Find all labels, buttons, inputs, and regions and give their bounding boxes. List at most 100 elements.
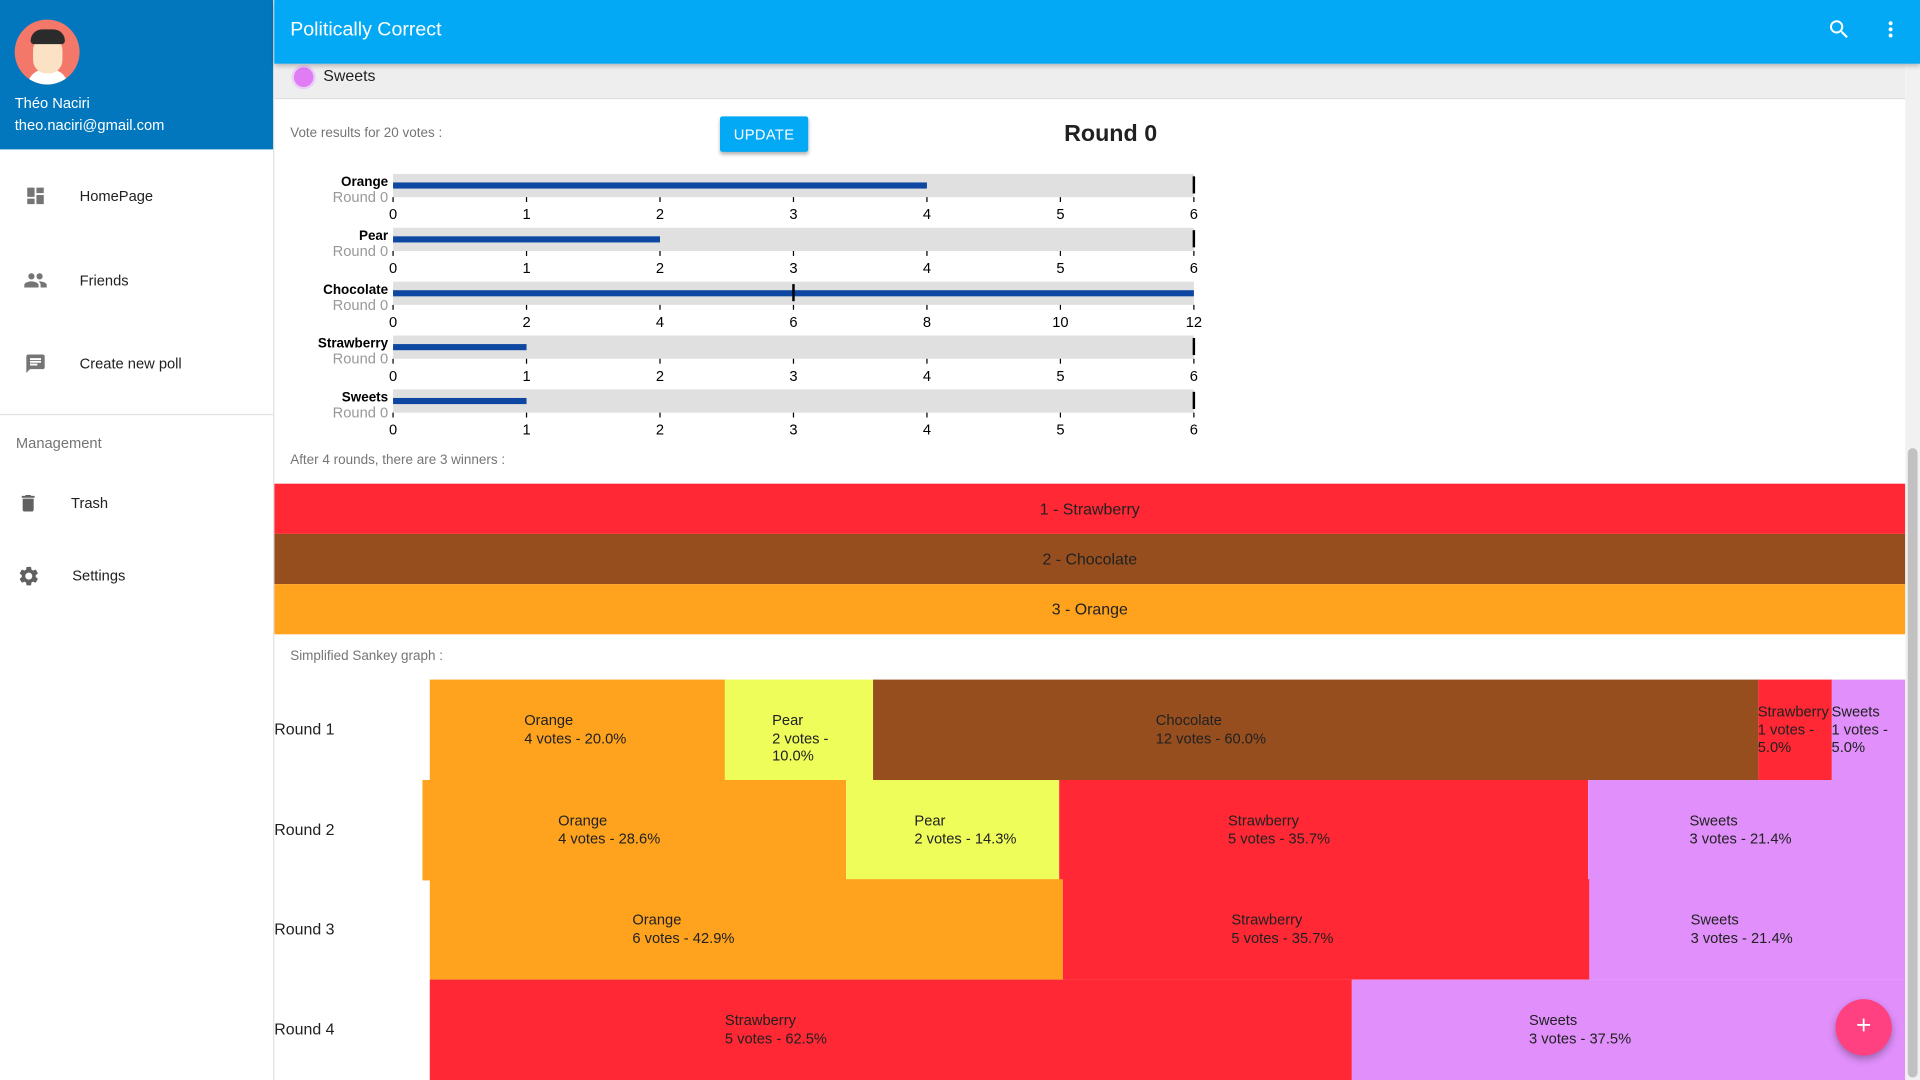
gear-icon [16, 563, 40, 587]
sankey-block-votes: 2 votes - 10.0% [772, 729, 829, 765]
sidebar-item-settings[interactable]: Settings [0, 551, 273, 600]
sankey-block-votes: 3 votes - 37.5% [1529, 1029, 1632, 1047]
tick-label: 2 [656, 261, 664, 277]
sankey-block-votes: 1 votes - 5.0% [1757, 720, 1815, 756]
bar-label: Pear [359, 228, 389, 243]
bar-sublabel: Round 0 [333, 298, 389, 314]
bar-label: Chocolate [323, 282, 389, 297]
winner-row: 3 - Orange [274, 584, 1906, 635]
sidebar-item-label: HomePage [79, 187, 154, 205]
sankey-block-name: Strawberry [1227, 811, 1300, 829]
tick-label: 3 [789, 207, 797, 223]
sankey-block-votes: 1 votes - 5.0% [1831, 720, 1888, 756]
sidebar-item-trash[interactable]: Trash [0, 479, 273, 528]
tick-label: 10 [1052, 315, 1068, 331]
round-label: Round 1 [274, 720, 335, 739]
tick-label: 3 [789, 369, 797, 385]
tick-label: 2 [522, 315, 530, 331]
tick-label: 5 [1056, 207, 1064, 223]
main-content: Sweets Vote results for 20 votes : UPDAT… [274, 63, 1906, 1080]
sidebar-item-homepage[interactable]: HomePage [0, 171, 273, 220]
sankey-block-text: Orange 4 votes - 20.0% [524, 711, 626, 747]
winner-label: 3 - Orange [1051, 600, 1128, 619]
sankey-block: Sweets 3 votes - 37.5% [1351, 979, 1906, 1080]
bar-marker [1192, 391, 1196, 409]
sankey-block: Strawberry 5 votes - 35.7% [1062, 879, 1590, 980]
user-name: Théo Naciri [14, 94, 90, 112]
sankey-block: Strawberry 1 votes - 5.0% [1757, 679, 1832, 780]
sidebar: Théo Naciri theo.naciri@gmail.com HomePa… [0, 0, 275, 1080]
sidebar-item-create-poll[interactable]: Create new poll [0, 339, 273, 388]
sankey-block-name: Sweets [1690, 911, 1739, 929]
winner-label: 1 - Strawberry [1039, 499, 1140, 518]
bar-marker [1192, 176, 1196, 194]
scrollbar[interactable] [1905, 63, 1920, 1080]
scrollbar-thumb[interactable] [1907, 448, 1918, 1078]
sankey-block-name: Orange [558, 811, 608, 829]
sankey-block-votes: 4 votes - 28.6% [558, 829, 661, 847]
vote-results-text: Vote results for 20 votes : [290, 126, 443, 141]
tick-label: 2 [656, 369, 664, 385]
winner-row: 1 - Strawberry [274, 483, 1906, 534]
sidebar-item-label: Friends [79, 271, 129, 289]
sidebar-item-label: Trash [71, 494, 109, 512]
search-button[interactable] [1824, 17, 1853, 46]
winners-text: After 4 rounds, there are 3 winners : [290, 453, 506, 468]
search-icon [1827, 17, 1851, 48]
tick-label: 4 [656, 315, 664, 331]
sankey-block-name: Chocolate [1155, 711, 1222, 729]
tick-label: 1 [522, 207, 530, 223]
tick-label: 0 [389, 207, 397, 223]
tick-label: 1 [522, 423, 530, 439]
sankey-block-text: Sweets 1 votes - 5.0% [1832, 703, 1906, 756]
sankey-block-name: Strawberry [724, 1011, 796, 1029]
sankey-block-text: Pear 2 votes - 14.3% [914, 812, 1016, 848]
sankey-block-votes: 12 votes - 60.0% [1155, 729, 1267, 747]
sankey-block-text: Pear 2 votes - 10.0% [772, 711, 872, 764]
bar-sublabel: Round 0 [333, 406, 389, 422]
poll-option-row[interactable]: Sweets [274, 63, 1906, 100]
round-label: Round 2 [274, 820, 335, 839]
dashboard-icon [23, 184, 47, 208]
sankey-block-text: Strawberry 5 votes - 35.7% [1228, 812, 1330, 848]
bar-sublabel: Round 0 [333, 190, 389, 206]
sankey-block-name: Sweets [1689, 811, 1738, 829]
bar-value [393, 397, 527, 405]
sankey-block: Pear 2 votes - 14.3% [846, 780, 1059, 881]
round-label: Round 4 [274, 1020, 335, 1039]
update-button[interactable]: UPDATE [720, 116, 809, 152]
sankey-block-votes: 3 votes - 21.4% [1689, 829, 1792, 847]
tick-label: 4 [923, 423, 931, 439]
sankey-block: Sweets 3 votes - 21.4% [1589, 879, 1906, 980]
sidebar-header: Théo Naciri theo.naciri@gmail.com [0, 0, 274, 150]
tick-label: 6 [789, 315, 797, 331]
sankey-block-votes: 5 votes - 35.7% [1231, 928, 1334, 946]
sankey-block-votes: 3 votes - 21.4% [1690, 928, 1793, 946]
tick-label: 6 [1190, 369, 1198, 385]
round-label: Round 3 [274, 919, 335, 938]
sankey-block-votes: 5 votes - 35.7% [1227, 829, 1331, 847]
more-vert-icon [1878, 17, 1902, 48]
sankey-block-votes: 2 votes - 14.3% [914, 829, 1017, 847]
bar-marker [1192, 230, 1196, 248]
sidebar-item-friends[interactable]: Friends [0, 256, 273, 305]
sankey-block-text: Orange 4 votes - 28.6% [558, 812, 660, 848]
sankey-block: Sweets 3 votes - 21.4% [1587, 780, 1906, 881]
tick-label: 6 [1190, 261, 1198, 277]
tick-label: 2 [656, 207, 664, 223]
tick-label: 12 [1186, 315, 1202, 331]
tick-label: 5 [1056, 261, 1064, 277]
bar-value [393, 236, 660, 243]
sankey-block-name: Pear [914, 811, 946, 829]
tick-label: 8 [923, 315, 931, 331]
sankey-block-name: Sweets [1831, 702, 1880, 720]
sankey-block-name: Strawberry [1757, 702, 1829, 720]
bar-label: Sweets [342, 390, 388, 405]
add-poll-fab[interactable] [1835, 999, 1892, 1056]
avatar[interactable] [14, 19, 80, 85]
bar-sublabel: Round 0 [333, 352, 389, 368]
tick-label: 4 [923, 207, 931, 223]
option-color-dot[interactable] [291, 64, 316, 90]
app-title: Politically Correct [290, 19, 442, 41]
more-menu-button[interactable] [1876, 17, 1905, 46]
